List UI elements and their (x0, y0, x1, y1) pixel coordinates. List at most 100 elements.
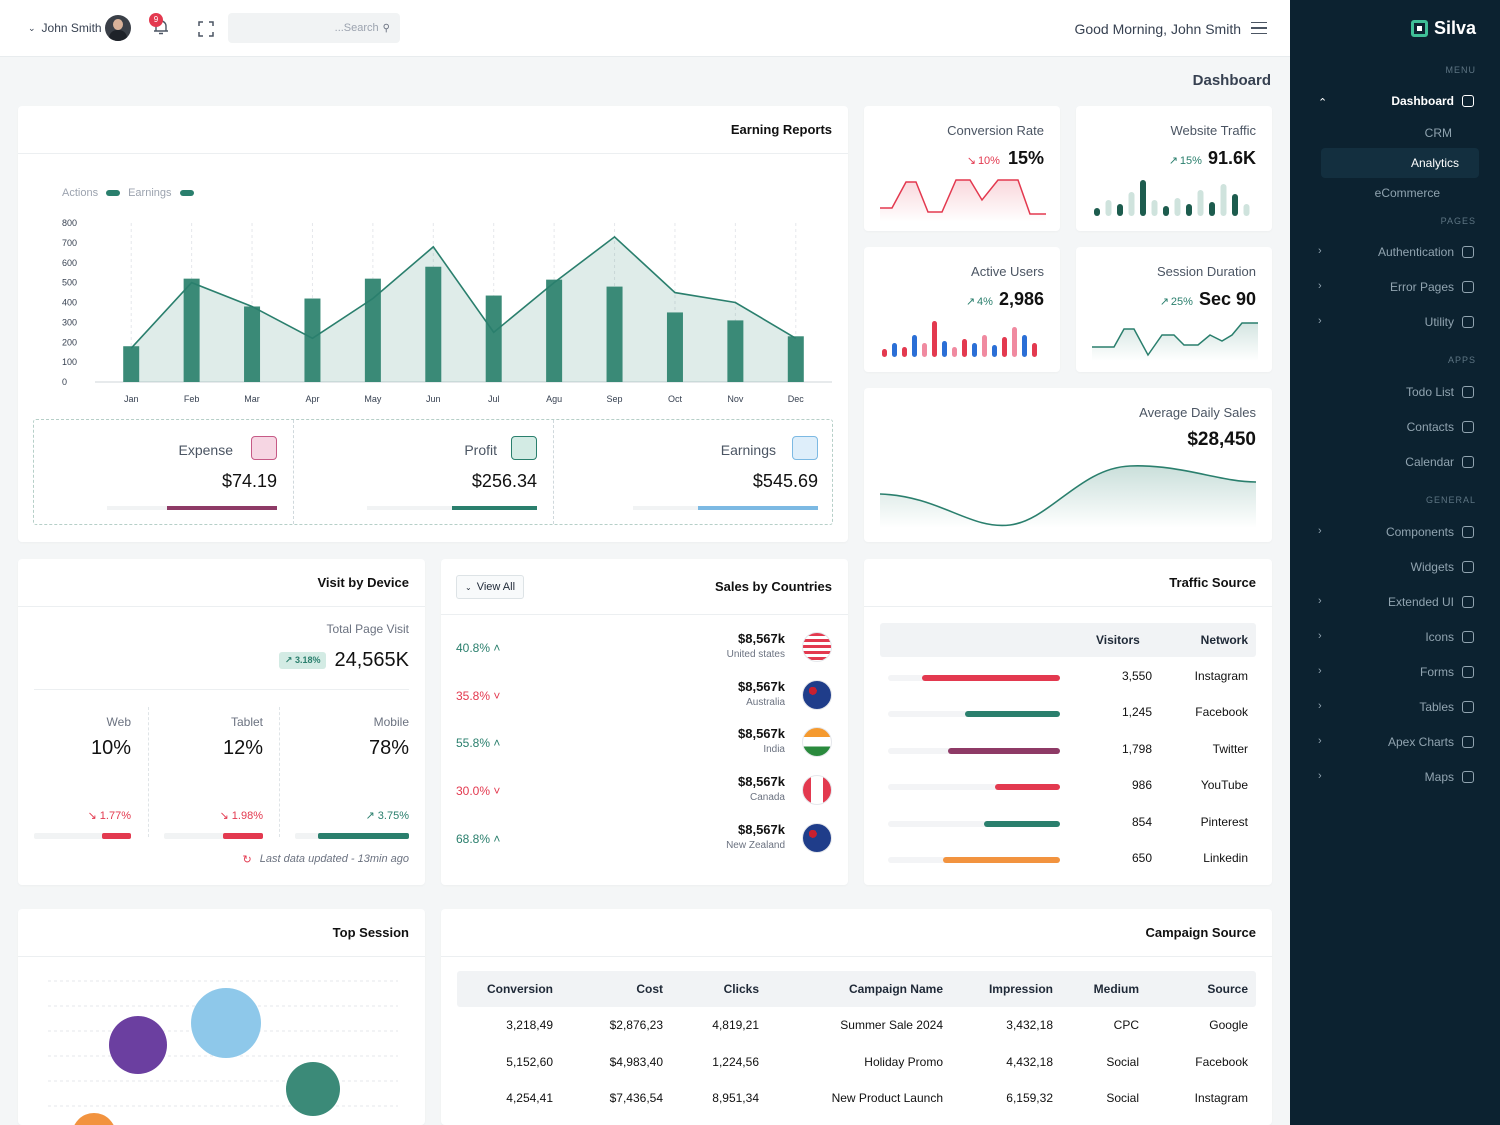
country-pct: 35.8% ˅ (456, 688, 501, 703)
section-pages: PAGES (1440, 216, 1476, 226)
sidebar-item-extended-ui[interactable]: Extended UI (1388, 595, 1474, 609)
sidebar-item-tables[interactable]: Tables (1419, 700, 1474, 714)
sidebar-item-components[interactable]: Components (1386, 525, 1474, 539)
user-menu[interactable]: ⌄ John Smith (28, 21, 102, 35)
notification-badge: 9 (149, 13, 163, 27)
earnings-value: $545.69 (752, 471, 818, 491)
view-all-label: View All (476, 581, 516, 593)
table-cell: 5,152,60 (506, 1054, 553, 1069)
table-cell: $7,436,54 (609, 1091, 663, 1106)
trend-up-icon: ↗ (1168, 155, 1178, 167)
table-row[interactable]: 5,152,60 $4,983,40 1,224,56 Holiday Promo 4,… (457, 1044, 1256, 1081)
traffic-bar-fill (965, 711, 1060, 718)
y-tick-label: 800 (62, 218, 77, 228)
spark-bar (1022, 335, 1027, 357)
sidebar-item-ecommerce[interactable]: eCommerce (1375, 186, 1440, 200)
summary-box: Expense $74.19 Profit $256.34 Earnings $… (33, 419, 833, 525)
device-label: Tablet (230, 715, 263, 729)
sidebar-item-contacts[interactable]: Contacts (1407, 420, 1474, 434)
campaign-source-card: Campaign Source Conversion Cost Clicks Camp… (441, 909, 1272, 1125)
device-progress-track (164, 833, 263, 839)
sidebar-item-apex-charts[interactable]: Apex Charts (1388, 735, 1474, 749)
traffic-bar-track (888, 857, 1060, 863)
x-tick-label: May (364, 394, 382, 404)
chevron-right-icon: › (1318, 525, 1322, 537)
chevron-right-icon: › (1318, 315, 1322, 327)
session-sparkline (1092, 322, 1258, 361)
sidebar-item-maps[interactable]: Maps (1425, 770, 1474, 784)
spark-bar (1163, 206, 1169, 216)
table-cell: $2,876,23 (609, 1018, 663, 1033)
flag-icon (802, 822, 832, 853)
chevron-right-icon: › (1318, 595, 1322, 607)
earnings-area (131, 236, 796, 382)
device-delta: ↗ 3.75% (365, 810, 409, 822)
device-label: Mobile (373, 715, 409, 729)
table-row[interactable]: 3,218,49 $2,876,23 4,819,21 Summer Sale 202… (457, 1007, 1256, 1044)
sidebar-item-label: Maps (1424, 770, 1454, 784)
traffic-visitors: 986 (1131, 778, 1152, 793)
expense-label: Expense (178, 442, 233, 458)
calendar-icon (1462, 456, 1474, 468)
device-progress-fill (223, 833, 263, 839)
table-row[interactable]: 4,254,41 $7,436,54 8,951,34 New Product Lau… (457, 1080, 1256, 1117)
device-value: 10% (90, 737, 131, 759)
page-title: Dashboard (1192, 72, 1271, 89)
earnings-block: Earnings $545.69 (554, 420, 832, 524)
spark-bar (1174, 198, 1181, 216)
sidebar-item-icons[interactable]: Icons (1425, 630, 1474, 644)
kpi-value: 15% (1007, 148, 1044, 168)
session-duration-card: Session Duration ↗ 25% Sec 90 (1076, 247, 1272, 372)
sidebar-item-label: Widgets (1410, 560, 1454, 574)
device-delta: ↘ 1.77% (87, 810, 131, 822)
x-tick-label: Jan (124, 394, 139, 404)
chevron-right-icon: › (1318, 770, 1322, 782)
spark-bar (1140, 180, 1146, 216)
device-progress-fill (101, 833, 131, 839)
avatar[interactable] (105, 15, 131, 41)
kpi-title: Active Users (971, 264, 1044, 279)
hamburger-menu-icon[interactable] (1251, 22, 1267, 34)
kpi-value: 91.6K (1207, 148, 1256, 168)
section-general: GENERAL (1425, 495, 1476, 505)
view-all-button[interactable]: ⌄ View All (456, 575, 525, 599)
traffic-visitors: 1,245 (1121, 705, 1152, 720)
sidebar-item-forms[interactable]: Forms (1420, 665, 1474, 679)
sidebar-item-label: Apex Charts (1387, 735, 1454, 749)
traffic-network: Facebook (1195, 705, 1248, 720)
sidebar-item-error-pages[interactable]: Error Pages (1390, 280, 1474, 294)
expense-block: Expense $74.19 (34, 420, 294, 524)
sidebar-item-calendar[interactable]: Calendar (1405, 455, 1474, 469)
traffic-visitors: 854 (1131, 814, 1152, 829)
card-title: Campaign Source (441, 909, 1272, 957)
country-amount: $8,567k (738, 821, 785, 837)
x-tick-label: Mar (244, 394, 260, 404)
table-cell: CPC (1113, 1018, 1139, 1033)
country-pct: 30.0% ˅ (456, 784, 501, 799)
sidebar-item-dashboard[interactable]: Dashboard (1391, 94, 1474, 108)
fullscreen-icon[interactable] (198, 21, 214, 37)
brand-logo[interactable]: Silva (1410, 18, 1476, 39)
y-tick-label: 100 (62, 357, 77, 367)
spark-bar (1220, 184, 1227, 216)
spark-bar (1094, 208, 1100, 216)
sidebar-item-authentication[interactable]: Authentication (1378, 245, 1474, 259)
spark-bar (912, 335, 917, 357)
widgets-icon (1462, 561, 1474, 573)
profit-value: $256.34 (471, 471, 537, 491)
x-tick-label: Nov (727, 394, 744, 404)
traffic-bar-fill (943, 857, 1060, 863)
country-amount: $8,567k (738, 774, 785, 790)
sidebar-item-utility[interactable]: Utility (1425, 315, 1474, 329)
spark-bar (1209, 202, 1215, 216)
search-icon: ⚲ (382, 22, 390, 34)
header-network: Network (1200, 633, 1248, 647)
spark-bar (892, 343, 897, 357)
spark-bar (1002, 337, 1007, 357)
total-value: 24,565K (334, 649, 409, 671)
sidebar-item-widgets[interactable]: Widgets (1411, 560, 1474, 574)
sidebar-item-todo-list[interactable]: Todo List (1406, 385, 1474, 399)
sidebar-item-crm[interactable]: CRM (1425, 126, 1452, 140)
sidebar-item-analytics[interactable]: Analytics (1321, 148, 1479, 178)
search-input[interactable]: ...Search ⚲ (228, 13, 400, 43)
